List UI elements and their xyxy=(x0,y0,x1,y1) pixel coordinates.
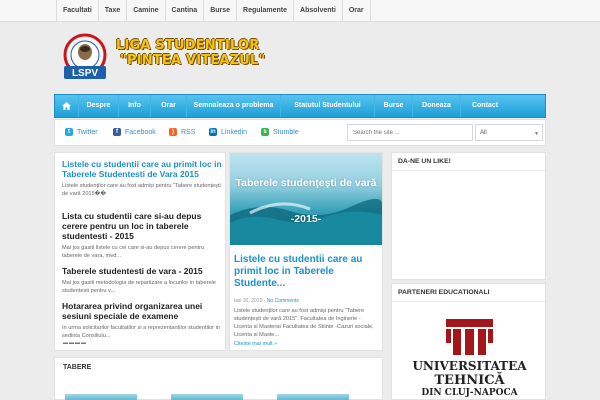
post-title[interactable]: Listele cu studentii care au primit loc … xyxy=(62,159,222,179)
social-facebook[interactable]: f Facebook xyxy=(113,128,156,136)
featured-title[interactable]: Listele cu studentii care au primit loc … xyxy=(234,254,380,290)
rss-icon: ) xyxy=(169,128,177,136)
wave-image xyxy=(230,198,382,245)
list-pager[interactable]: ▬▬▬▬ xyxy=(63,340,87,346)
utcn-emblem-icon xyxy=(446,319,493,355)
list-item: Taberele studentesti de vara - 2015 Mai … xyxy=(62,266,222,295)
tabere-thumbnail[interactable] xyxy=(277,394,349,400)
top-bar: Facultati Taxe Camine Cantina Burse Regu… xyxy=(0,0,600,22)
linkedin-icon: in xyxy=(209,128,217,136)
chevron-down-icon: ▼ xyxy=(534,131,539,137)
main-navigation: Despre Info Orar Semnaleaza o problema S… xyxy=(54,94,546,118)
image-caption-1: Taberele studenţeşti de vară xyxy=(235,177,377,189)
site-logo[interactable]: LSPV LIGA STUDENTILOR "PINTEA VITEAZUL" xyxy=(60,33,265,83)
nav-info[interactable]: Info xyxy=(119,95,151,117)
nav-doneaza[interactable]: Doneaza xyxy=(413,95,461,117)
post-title[interactable]: Taberele studentesti de vara - 2015 xyxy=(62,266,222,276)
search-input[interactable] xyxy=(347,124,473,141)
utcn-line-2: TEHNICĂ xyxy=(434,373,505,388)
post-excerpt: In urma solicitarilor facultatilor si a … xyxy=(62,325,220,339)
nav-semnaleaza[interactable]: Semnaleaza o problema xyxy=(187,95,281,117)
utcn-line-3: DIN CLUJ-NAPOCA xyxy=(421,388,518,398)
recent-posts-list: Listele cu studentii care au primit loc … xyxy=(54,152,226,351)
logo-line-1: LIGA STUDENTILOR xyxy=(116,38,260,53)
facebook-icon: f xyxy=(113,128,121,136)
like-widget: DA-NE UN LIKE! xyxy=(391,152,546,280)
top-navigation: Facultati Taxe Camine Cantina Burse Regu… xyxy=(56,0,371,22)
topnav-burse[interactable]: Burse xyxy=(203,0,236,22)
twitter-icon: t xyxy=(65,128,73,136)
list-item: Lista cu studentii care si-au depus cere… xyxy=(62,211,222,260)
widget-title: PARTENERI EDUCATIONALI xyxy=(392,284,545,302)
featured-post: Taberele studenţeşti de vară -2015- List… xyxy=(229,152,383,351)
read-more-link[interactable]: Citeste mai mult » xyxy=(234,341,277,347)
social-rss[interactable]: ) RSS xyxy=(169,128,195,136)
list-item: Hotararea privind organizarea unei sesiu… xyxy=(62,301,222,340)
tabere-thumbnail[interactable] xyxy=(65,394,137,400)
nav-despre[interactable]: Despre xyxy=(79,95,119,117)
post-excerpt: Mai jos gasiti listele cu cei care si-au… xyxy=(62,245,205,259)
social-twitter[interactable]: t Twitter xyxy=(65,128,98,136)
widget-title: DA-NE UN LIKE! xyxy=(392,153,545,171)
tabere-section: TABERE xyxy=(54,357,383,400)
nav-orar[interactable]: Orar xyxy=(151,95,187,117)
logo-line-2: "PINTEA VITEAZUL" xyxy=(120,53,266,68)
topnav-regulamente[interactable]: Regulamente xyxy=(236,0,293,22)
social-linkedin[interactable]: in Linkedin xyxy=(209,128,247,136)
topnav-cantina[interactable]: Cantina xyxy=(164,0,204,22)
home-icon xyxy=(62,102,71,110)
image-caption-2: -2015- xyxy=(290,213,322,225)
post-excerpt: Mai jos gasiti metodologia de repartizar… xyxy=(62,280,216,294)
post-title[interactable]: Hotararea privind organizarea unei sesiu… xyxy=(62,301,222,321)
stumbleupon-icon: s xyxy=(261,128,269,136)
list-item: Listele cu studentii care au primit loc … xyxy=(62,159,222,198)
nav-statutul-studentului[interactable]: Statutul Studentului xyxy=(281,95,375,117)
utcn-logo[interactable]: UNIVERSITATEA TEHNICĂ DIN CLUJ-NAPOCA xyxy=(406,317,533,398)
nav-contact[interactable]: Contact xyxy=(461,95,509,117)
topnav-camine[interactable]: Camine xyxy=(126,0,164,22)
nav-burse[interactable]: Burse xyxy=(375,95,413,117)
social-bar: t Twitter f Facebook ) RSS in Linkedin s… xyxy=(54,119,546,146)
utcn-line-1: UNIVERSITATEA xyxy=(412,359,527,373)
search-filter-select[interactable]: All ▼ xyxy=(475,124,543,141)
featured-meta: iasi 30, 2015 - No Comments xyxy=(234,298,299,304)
home-button[interactable] xyxy=(55,95,79,117)
topnav-facultati[interactable]: Facultati xyxy=(56,0,98,22)
topnav-absolventi[interactable]: Absolventi xyxy=(293,0,342,22)
lspv-badge-icon: LSPV xyxy=(63,33,107,79)
section-title: TABERE xyxy=(63,364,92,371)
svg-text:LSPV: LSPV xyxy=(72,68,98,79)
social-stumble[interactable]: s Stumble xyxy=(261,128,299,136)
post-date: iasi 30, 2015 xyxy=(234,298,263,304)
post-excerpt: Listele studenților care au fost admiși … xyxy=(62,183,221,197)
featured-image[interactable]: Taberele studenţeşti de vară -2015- xyxy=(230,153,382,245)
tabere-thumbnail[interactable] xyxy=(171,394,243,400)
partners-widget: PARTENERI EDUCATIONALI UNIVERSITATEA TEH… xyxy=(391,283,546,400)
post-title[interactable]: Lista cu studentii care si-au depus cere… xyxy=(62,211,222,241)
comments-link[interactable]: No Comments xyxy=(267,298,299,304)
featured-excerpt: Listele studenților care au fost admiși … xyxy=(234,308,374,338)
topnav-taxe[interactable]: Taxe xyxy=(97,0,126,22)
topnav-orar[interactable]: Orar xyxy=(341,0,371,22)
